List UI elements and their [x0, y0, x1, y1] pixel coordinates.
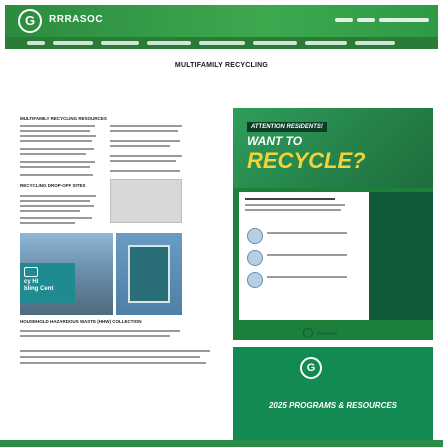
flyer-logo-text: RRRASOC: [317, 331, 338, 336]
section-heading: RECYCLING DROP-OFF SITES: [20, 183, 86, 188]
page-title: MULTIFAMILY RECYCLING: [174, 62, 269, 69]
text-line: [20, 166, 90, 168]
site-header: G RRRASOC: [5, 5, 438, 37]
text-line: [20, 362, 206, 364]
text-line: [20, 135, 96, 137]
text-line: [20, 335, 170, 337]
text-line: [20, 222, 75, 224]
nav-item[interactable]: [53, 41, 93, 45]
programs-banner-text: 2025 PROGRAMS & RESOURCES: [268, 401, 398, 410]
recycling-flyer[interactable]: ATTENTION RESIDENTS! WANT TO RECYCLE? RR…: [233, 108, 433, 340]
search-input[interactable]: [379, 18, 429, 22]
flyer-want-text: WANT TO: [247, 134, 303, 148]
text-line: [267, 276, 347, 278]
section-heading: MULTIFAMILY RECYCLING RESOURCES: [20, 116, 107, 121]
text-line: [20, 356, 200, 358]
main-nav: [5, 37, 438, 49]
nav-item[interactable]: [101, 41, 139, 45]
text-line: [245, 198, 335, 200]
dropoff-photo[interactable]: [116, 233, 182, 315]
text-line: [20, 350, 210, 352]
recycling-center-photo[interactable]: c​y Hi bling Cent: [20, 233, 113, 315]
flyer-logo-icon: [303, 328, 313, 338]
text-line: [110, 125, 182, 127]
text-line: [20, 161, 95, 163]
text-line: [20, 330, 180, 332]
text-line: [110, 155, 182, 157]
programs-banner[interactable]: [233, 347, 433, 440]
footer-strip: [0, 440, 443, 447]
text-line: [20, 130, 90, 132]
text-line: [110, 160, 176, 162]
thumbnail-image[interactable]: [110, 179, 182, 223]
utility-link[interactable]: [357, 18, 375, 22]
nav-item[interactable]: [355, 41, 395, 45]
recycle-bin-icon: [24, 267, 38, 277]
utility-link[interactable]: [335, 18, 353, 22]
text-line: [20, 200, 90, 202]
text-line: [267, 232, 347, 234]
text-line: [20, 217, 92, 219]
container-graphic: [128, 245, 170, 303]
nav-item[interactable]: [253, 41, 297, 45]
text-line: [20, 174, 93, 176]
box-icon: [247, 272, 263, 288]
text-line: [110, 145, 170, 147]
nav-item[interactable]: [199, 41, 245, 45]
sign-text: c​y Hi bling Cent: [24, 279, 54, 292]
flyer-recycle-text: RECYCLE?: [247, 148, 366, 173]
text-line: [245, 204, 345, 206]
text-line: [110, 130, 178, 132]
text-line: [110, 170, 180, 172]
nav-item[interactable]: [147, 41, 191, 45]
flyer-banner: ATTENTION RESIDENTS!: [247, 122, 327, 132]
text-line: [20, 205, 94, 207]
text-line: [20, 195, 96, 197]
bottle-icon: [247, 250, 263, 266]
logo-icon[interactable]: G: [18, 9, 42, 33]
text-line: [20, 140, 92, 142]
site-name[interactable]: RRRASOC: [49, 14, 103, 25]
text-line: [267, 254, 347, 256]
text-line: [20, 210, 80, 212]
bin-icon: [247, 228, 263, 244]
nav-item[interactable]: [305, 41, 347, 45]
flyer-sidebar: [369, 192, 433, 320]
text-line: [20, 148, 94, 150]
text-line: [20, 153, 86, 155]
text-line: [245, 209, 341, 211]
logo-icon: G: [300, 357, 322, 379]
section-heading: HOUSEHOLD HAZARDOUS WASTE (HHW) COLLECTI…: [20, 319, 142, 324]
nav-item[interactable]: [27, 41, 45, 45]
text-line: [20, 125, 95, 127]
text-line: [110, 140, 180, 142]
